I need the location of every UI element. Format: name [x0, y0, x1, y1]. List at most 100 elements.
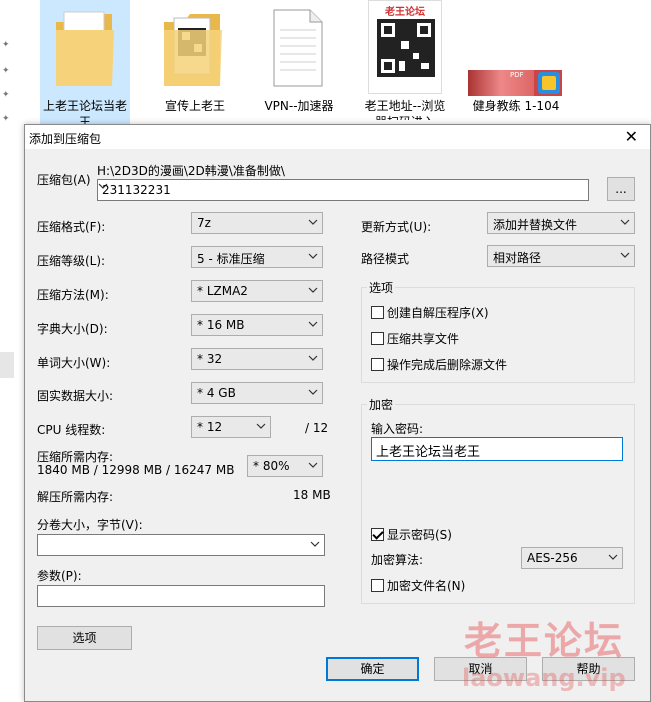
desktop-item-label: VPN--加速器: [264, 99, 334, 113]
compress-shared-label: 压缩共享文件: [387, 332, 460, 346]
desktop-item-label: 宣传上老王: [164, 99, 225, 113]
delete-after-checkbox[interactable]: 操作完成后删除源文件: [371, 356, 507, 373]
pin-icon: ✦: [2, 40, 10, 50]
threads-select[interactable]: * 12: [191, 416, 271, 438]
folder-icon: [164, 14, 222, 86]
desktop-item-label: 上老王论坛当老王: [42, 99, 127, 124]
level-value: 5 - 标准压缩: [197, 252, 265, 266]
qr-header-text: 老王论坛: [385, 7, 425, 18]
method-value: * LZMA2: [197, 284, 248, 298]
word-select[interactable]: * 32: [191, 348, 323, 370]
level-select[interactable]: 5 - 标准压缩: [191, 246, 323, 268]
word-value: * 32: [197, 352, 223, 366]
level-label: 压缩等级(L):: [37, 254, 106, 268]
update-mode-select[interactable]: 添加并替换文件: [487, 212, 635, 234]
checkbox-box: [371, 358, 384, 371]
dict-label: 字典大小(D):: [37, 322, 108, 336]
encrypt-filenames-checkbox[interactable]: 加密文件名(N): [371, 577, 465, 594]
chevron-down-icon: [310, 538, 320, 553]
path-mode-select[interactable]: 相对路径: [487, 245, 635, 267]
desktop-item-pdf[interactable]: PDF 健身教练 1-104: [468, 0, 564, 124]
browse-button[interactable]: ...: [607, 177, 635, 201]
mem-decomp-value: 18 MB: [293, 488, 331, 502]
dict-select[interactable]: * 16 MB: [191, 314, 323, 336]
pdf-image-icon: PDF: [468, 70, 562, 96]
create-sfx-checkbox[interactable]: 创建自解压程序(X): [371, 304, 489, 321]
password-input[interactable]: 上老王论坛当老王: [371, 437, 623, 461]
ok-button[interactable]: 确定: [326, 657, 419, 681]
pdf-badge-text: PDF: [510, 71, 524, 79]
watermark-text: 老王论坛: [464, 619, 625, 663]
qr-image-icon: 老王论坛: [368, 0, 442, 94]
password-value: 上老王论坛当老王: [376, 445, 481, 460]
archive-label: 压缩包(A): [37, 173, 91, 187]
path-mode-value: 相对路径: [493, 251, 542, 265]
archive-name-value: 231132231: [102, 183, 171, 197]
checkbox-box: [371, 579, 384, 592]
desktop-item-qr-image[interactable]: 老王论坛 老王地址--浏览器扫码进入: [360, 0, 450, 124]
checkbox-box: [371, 306, 384, 319]
solid-value: * 4 GB: [197, 386, 236, 400]
volume-label: 分卷大小，字节(V):: [37, 518, 143, 532]
checkbox-checked-box: [371, 528, 384, 541]
side-tab: [0, 352, 14, 378]
desktop-item-document[interactable]: VPN--加速器: [254, 0, 344, 124]
format-select[interactable]: 7z: [191, 212, 323, 234]
compress-shared-checkbox[interactable]: 压缩共享文件: [371, 330, 459, 347]
delete-after-label: 操作完成后删除源文件: [387, 358, 508, 372]
solid-label: 固实数据大小:: [37, 389, 114, 403]
encryption-method-value: AES-256: [527, 551, 578, 565]
chevron-down-icon: [308, 459, 318, 471]
archive-path: H:\2D3D的漫画\2D韩漫\准备制做\: [97, 164, 285, 178]
password-label: 输入密码:: [371, 422, 424, 436]
method-label: 压缩方法(M):: [37, 288, 109, 302]
title-bar: 添加到压缩包 ✕: [25, 125, 650, 149]
dialog-title: 添加到压缩包: [29, 132, 102, 146]
checkbox-box: [371, 332, 384, 345]
close-icon[interactable]: ✕: [625, 127, 638, 146]
encrypt-filenames-label: 加密文件名(N): [387, 579, 466, 593]
update-mode-value: 添加并替换文件: [493, 218, 578, 232]
volume-size-combo[interactable]: [37, 534, 325, 556]
encryption-group-title: 加密: [367, 396, 396, 413]
mem-decomp-label: 解压所需内存:: [37, 490, 114, 504]
chevron-down-icon: [308, 250, 318, 262]
create-sfx-label: 创建自解压程序(X): [387, 306, 489, 320]
chevron-down-icon: [620, 249, 630, 261]
desktop-item-label: 健身教练 1-104: [472, 99, 560, 113]
chevron-down-icon: [308, 318, 318, 330]
threads-total: / 12: [305, 421, 329, 435]
document-icon: [273, 9, 323, 87]
chevron-down-icon: [608, 551, 618, 563]
params-label: 参数(P):: [37, 569, 82, 583]
desktop-item-label: 老王地址--浏览器扫码进入: [364, 99, 446, 120]
chevron-down-icon: [620, 216, 630, 228]
encryption-method-label: 加密算法:: [371, 553, 424, 567]
show-password-label: 显示密码(S): [387, 528, 452, 542]
show-password-checkbox[interactable]: 显示密码(S): [371, 526, 452, 543]
update-mode-label: 更新方式(U):: [361, 220, 432, 234]
watermark-url: laowang.vip: [462, 664, 626, 692]
desktop-item-folder-2[interactable]: 宣传上老王: [150, 0, 240, 124]
params-input[interactable]: [37, 585, 325, 607]
chevron-down-icon: [308, 216, 318, 228]
pin-icon: ✦: [2, 90, 10, 100]
method-select[interactable]: * LZMA2: [191, 280, 323, 302]
dict-value: * 16 MB: [197, 318, 245, 332]
folder-icon: [56, 11, 114, 86]
options-button[interactable]: 选项: [37, 626, 132, 650]
pin-icon: ✦: [2, 114, 10, 124]
chevron-down-icon: [308, 352, 318, 364]
encryption-method-select[interactable]: AES-256: [521, 547, 623, 569]
word-label: 单词大小(W):: [37, 356, 111, 370]
archive-name-combo[interactable]: 231132231: [97, 179, 589, 201]
mem-usage-select[interactable]: * 80%: [247, 455, 323, 477]
threads-label: CPU 线程数:: [37, 423, 106, 437]
path-mode-label: 路径模式: [361, 252, 410, 266]
options-group-title: 选项: [367, 279, 396, 296]
desktop-item-folder-1[interactable]: 上老王论坛当老王: [40, 0, 130, 124]
format-label: 压缩格式(F):: [37, 220, 106, 234]
mem-comp-detail: 1840 MB / 12998 MB / 16247 MB: [37, 463, 235, 477]
solid-select[interactable]: * 4 GB: [191, 382, 323, 404]
chevron-down-icon: [256, 420, 266, 432]
